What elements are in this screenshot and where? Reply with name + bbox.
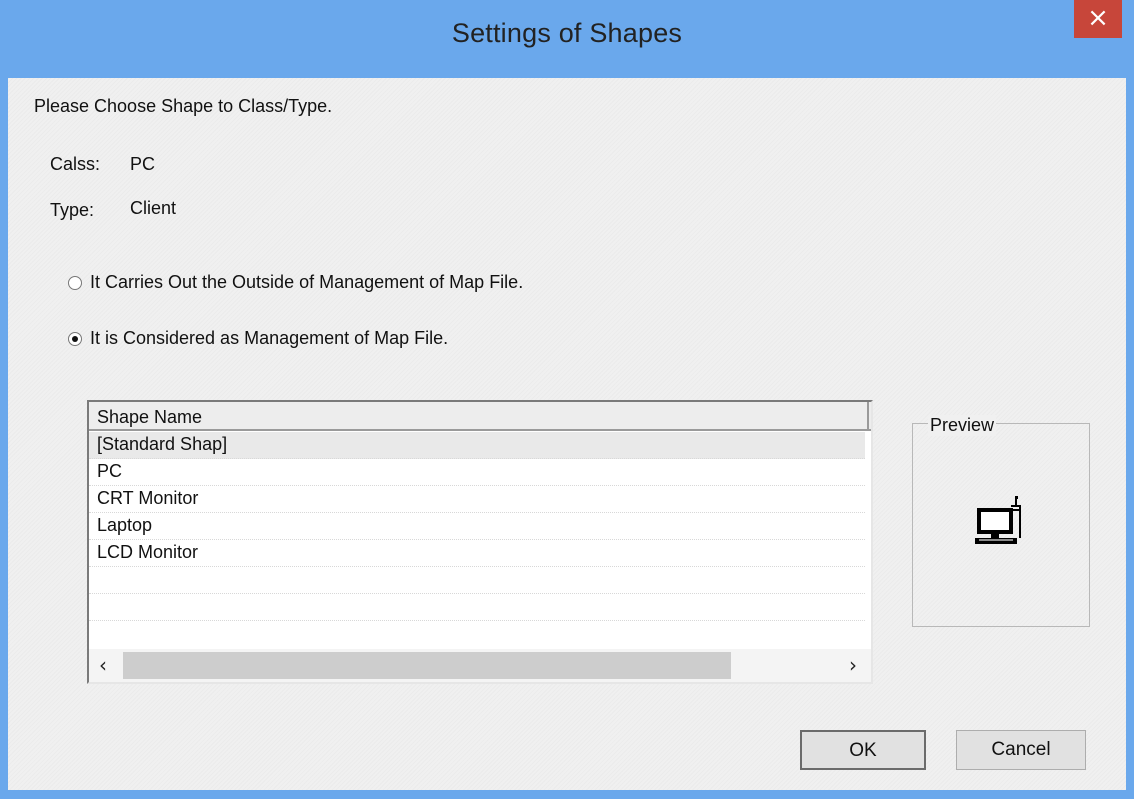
close-button[interactable]: × xyxy=(1074,0,1122,38)
list-item[interactable]: LCD Monitor xyxy=(89,540,865,567)
preview-group xyxy=(912,423,1090,627)
computer-icon xyxy=(975,496,1021,544)
radio-label[interactable]: It Carries Out the Outside of Management… xyxy=(90,272,523,293)
list-item[interactable]: PC xyxy=(89,459,865,486)
settings-dialog: Settings of Shapes × Please Choose Shape… xyxy=(0,0,1134,799)
radio-dot xyxy=(72,336,78,342)
preview-label: Preview xyxy=(928,415,997,436)
column-header-shape-name[interactable]: Shape Name xyxy=(97,407,202,428)
shape-list[interactable]: Shape Name [Standard Shap] PC CRT Monito… xyxy=(87,400,873,684)
scroll-left-icon[interactable]: ‹ xyxy=(99,653,107,677)
list-item-label: Laptop xyxy=(97,515,153,535)
ok-button[interactable]: OK xyxy=(800,730,926,770)
radio-label[interactable]: It is Considered as Management of Map Fi… xyxy=(90,328,448,349)
column-separator[interactable] xyxy=(867,402,869,429)
class-value: PC xyxy=(130,154,156,174)
list-item-selected[interactable]: [Standard Shap] xyxy=(89,432,865,459)
close-icon: × xyxy=(1087,3,1109,33)
dialog-title: Settings of Shapes xyxy=(451,18,683,48)
empty-row xyxy=(89,567,865,594)
cancel-button[interactable]: Cancel xyxy=(956,730,1086,770)
scroll-right-icon[interactable]: › xyxy=(849,653,857,677)
class-label: Calss: xyxy=(50,154,101,174)
list-item-label: PC xyxy=(97,461,123,481)
type-label: Type: xyxy=(50,200,95,220)
empty-row xyxy=(89,594,865,621)
list-header[interactable]: Shape Name xyxy=(89,402,871,431)
empty-row xyxy=(89,621,865,648)
radio-button[interactable] xyxy=(68,276,82,290)
radio-button-selected[interactable] xyxy=(68,332,82,346)
prompt-text: Please Choose Shape to Class/Type. xyxy=(34,96,333,116)
dialog-body: Please Choose Shape to Class/Type. Calss… xyxy=(8,78,1126,790)
list-item-label: CRT Monitor xyxy=(97,488,199,508)
list-item-label: [Standard Shap] xyxy=(97,434,228,454)
list-item[interactable]: CRT Monitor xyxy=(89,486,865,513)
list-item[interactable]: Laptop xyxy=(89,513,865,540)
scrollbar-thumb[interactable] xyxy=(123,652,731,679)
horizontal-scrollbar[interactable]: ‹ › xyxy=(89,649,871,682)
type-value: Client xyxy=(130,198,177,218)
title-bar[interactable]: Settings of Shapes × xyxy=(0,0,1134,80)
list-item-label: LCD Monitor xyxy=(97,542,199,562)
